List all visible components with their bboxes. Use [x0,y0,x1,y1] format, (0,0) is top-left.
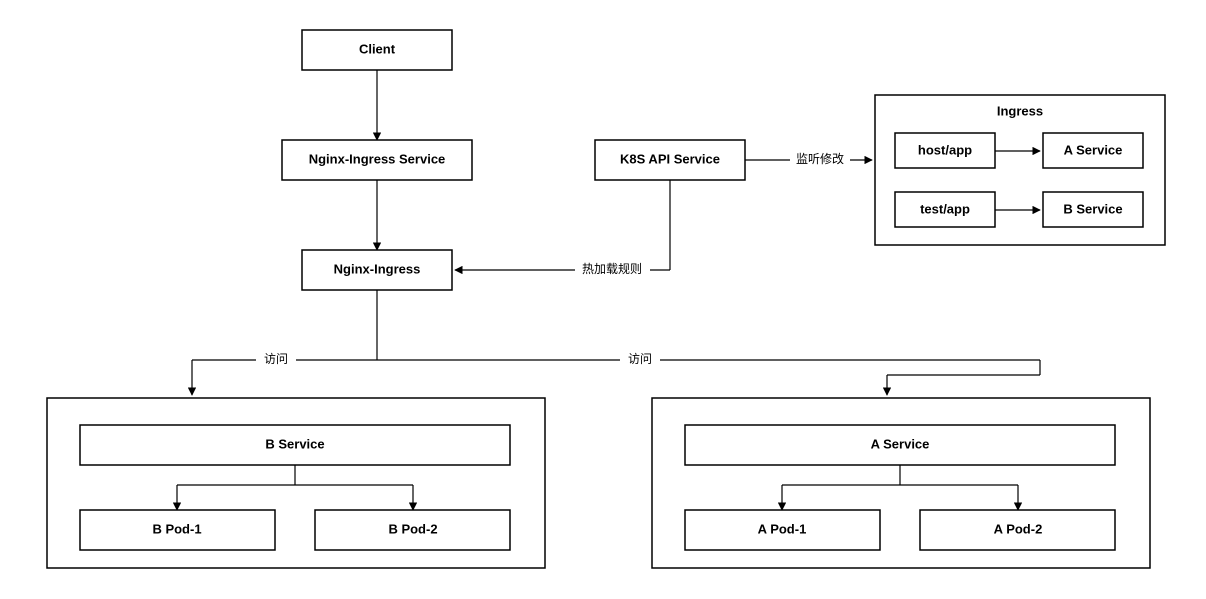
edge-visit-right-label: 访问 [628,352,652,366]
edge-k8s-to-nginx: 热加载规则 [455,180,670,276]
client-label: Client [359,41,396,56]
k8s-api-label: K8S API Service [620,151,720,166]
a-service-small-label: A Service [1064,142,1123,157]
diagram-canvas: Client Nginx-Ingress Service Nginx-Ingre… [0,0,1206,599]
b-pod-1-label: B Pod-1 [152,521,201,536]
ingress-title: Ingress [997,103,1043,118]
test-app-label: test/app [920,201,970,216]
edge-visit-right: 访问 [620,350,1040,395]
edge-visit-left: 访问 [192,350,296,395]
b-pod-2-label: B Pod-2 [388,521,437,536]
edge-hot-reload-label: 热加载规则 [582,261,642,276]
b-service-label: B Service [265,436,324,451]
edge-listen-modify-label: 监听修改 [796,151,844,166]
edge-visit-left-label: 访问 [264,352,288,366]
edge-k8s-to-ingress: 监听修改 [745,151,872,166]
host-app-label: host/app [918,142,972,157]
a-service-label: A Service [871,436,930,451]
nginx-ingress-service-label: Nginx-Ingress Service [309,151,446,166]
a-pod-1-label: A Pod-1 [758,521,807,536]
a-pod-2-label: A Pod-2 [994,521,1043,536]
nginx-ingress-label: Nginx-Ingress [334,261,421,276]
b-service-small-label: B Service [1063,201,1122,216]
